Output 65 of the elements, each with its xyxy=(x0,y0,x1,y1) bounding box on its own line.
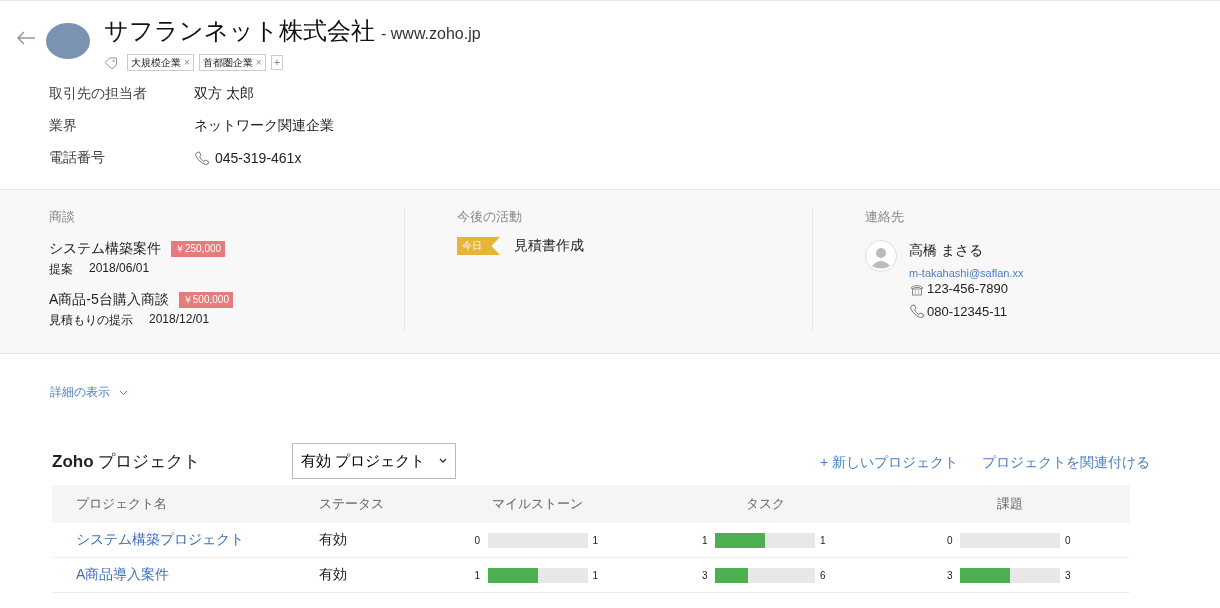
deal-stage: 提案 xyxy=(49,261,73,278)
project-name-link[interactable]: A商品導入案件 xyxy=(52,558,295,593)
contact-phone: 123-456-7890 xyxy=(927,281,1008,296)
projects-title: Zoho プロジェクト xyxy=(52,450,202,473)
section-title: 商談 xyxy=(49,208,76,226)
back-arrow-icon xyxy=(16,31,36,45)
company-website: - www.zoho.jp xyxy=(381,25,481,43)
deal-date: 2018/06/01 xyxy=(89,261,150,277)
company-photo-placeholder xyxy=(46,23,90,59)
avatar-silhouette-icon xyxy=(865,240,897,272)
count-label: 3 xyxy=(702,569,709,581)
deal-name: A商品-5台購入商談 xyxy=(49,291,169,309)
count-label: 3 xyxy=(947,569,954,581)
deal-amount-badge: ￥250,000 xyxy=(171,241,226,257)
due-ribbon-badge: 今日 xyxy=(457,237,500,255)
contact-phone: 080-12345-11 xyxy=(927,304,1007,319)
count-label: 1 xyxy=(702,534,709,546)
phone-icon xyxy=(909,304,925,319)
count-label: 1 xyxy=(592,569,600,581)
count-label: 1 xyxy=(474,569,482,581)
phone-icon xyxy=(194,150,210,166)
field-label: 取引先の担当者 xyxy=(49,85,148,103)
deal-date: 2018/12/01 xyxy=(149,312,210,328)
activity-name: 見積書作成 xyxy=(514,237,584,255)
contact-email-link[interactable]: m-takahashi@saflan.xx xyxy=(909,267,1024,279)
column-header: プロジェクト名 xyxy=(52,485,295,523)
count-label: 0 xyxy=(947,534,954,546)
column-header: 課題 xyxy=(890,485,1130,523)
deal-stage: 見積もりの提示 xyxy=(49,312,133,329)
status-cell: 有効 xyxy=(295,523,435,558)
back-button[interactable] xyxy=(16,31,36,45)
deal-amount-badge: ￥500,000 xyxy=(178,292,233,308)
status-cell: 有効 xyxy=(295,558,435,593)
tag-icon xyxy=(104,56,118,69)
remove-tag-button[interactable]: × xyxy=(184,57,190,68)
column-header: ステータス xyxy=(295,485,435,523)
count-label: 6 xyxy=(820,569,827,581)
count-label: 1 xyxy=(820,534,827,546)
show-details-link[interactable]: 詳細の表示 xyxy=(50,384,128,401)
field-value: ネットワーク関連企業 xyxy=(194,117,334,135)
count-label: 3 xyxy=(1065,569,1072,581)
column-header: タスク xyxy=(640,485,890,523)
project-name-link[interactable]: システム構築プロジェクト xyxy=(52,523,295,558)
deal-name: システム構築案件 xyxy=(49,240,161,258)
count-label: 0 xyxy=(474,534,482,546)
field-label: 電話番号 xyxy=(49,149,106,167)
contact-name: 高橋 まさる xyxy=(909,242,984,260)
field-value: 045-319-461x xyxy=(215,150,302,166)
section-title: 今後の活動 xyxy=(457,208,523,226)
new-project-link[interactable]: + 新しいプロジェクト xyxy=(819,454,958,472)
chevron-down-icon xyxy=(439,458,447,464)
column-header: マイルストーン xyxy=(435,485,640,523)
project-filter-dropdown[interactable]: 有効 プロジェクト xyxy=(292,443,456,479)
section-title: 連絡先 xyxy=(865,208,905,226)
company-name: サフランネット株式会社 xyxy=(104,16,375,46)
tag-label: 大規模企業 xyxy=(131,55,181,70)
associate-project-link[interactable]: プロジェクトを関連付ける xyxy=(982,454,1150,472)
count-label: 0 xyxy=(1065,534,1072,546)
remove-tag-button[interactable]: × xyxy=(255,57,262,68)
count-label: 1 xyxy=(592,534,600,546)
chevron-down-icon xyxy=(119,389,128,396)
field-value: 双方 太郎 xyxy=(194,85,254,103)
field-label: 業界 xyxy=(49,117,78,135)
add-tag-button[interactable]: + xyxy=(270,55,284,70)
tag-label: 首都圏企業 xyxy=(202,55,253,70)
